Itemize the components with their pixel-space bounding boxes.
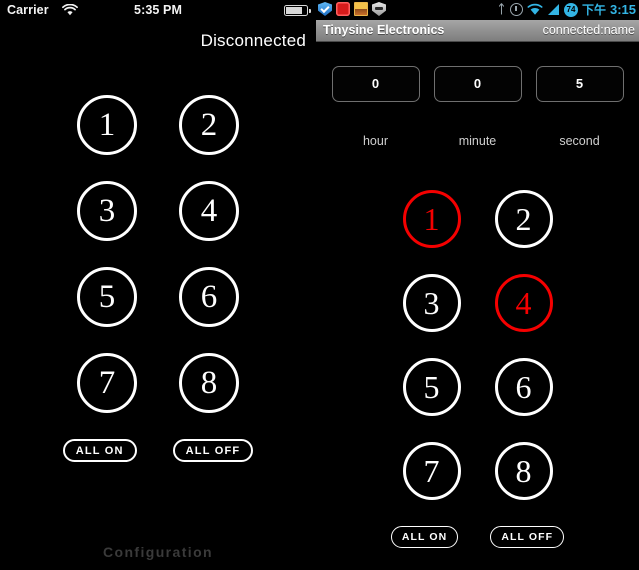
ios-status-bar: Carrier 5:35 PM bbox=[0, 0, 316, 20]
relay-row: 7 8 bbox=[0, 353, 316, 413]
android-connection-status: connected:name bbox=[542, 23, 635, 37]
hour-input[interactable]: 0 bbox=[331, 66, 420, 102]
relay-button-1[interactable]: 1 bbox=[77, 95, 137, 155]
relay-button-3[interactable]: 3 bbox=[402, 274, 461, 332]
shield-grey-icon bbox=[372, 2, 386, 16]
ios-connection-status: Disconnected bbox=[200, 31, 306, 50]
android-clock: 3:15 bbox=[609, 2, 636, 17]
relay-button-7[interactable]: 7 bbox=[77, 353, 137, 413]
all-on-button[interactable]: ALL ON bbox=[62, 439, 137, 462]
bluetooth-icon: ᛏ bbox=[497, 1, 506, 16]
relay-row: 7 8 bbox=[316, 442, 639, 500]
android-bulk-controls: ALL ON ALL OFF bbox=[316, 526, 639, 548]
battery-icon bbox=[284, 5, 311, 16]
relay-button-2[interactable]: 2 bbox=[494, 190, 553, 248]
android-notification-icons bbox=[318, 2, 386, 16]
timer-labels: hour minute second bbox=[316, 134, 639, 148]
android-system-icons: ᛏ 74 下午 3:15 bbox=[497, 1, 636, 18]
relay-button-5[interactable]: 5 bbox=[402, 358, 461, 416]
battery-fill bbox=[286, 7, 302, 14]
android-app-panel: ᛏ 74 下午 3:15 Tinysine Electronics connec… bbox=[316, 0, 639, 570]
all-on-button[interactable]: ALL ON bbox=[390, 526, 459, 548]
relay-button-8[interactable]: 8 bbox=[494, 442, 553, 500]
ios-relay-grid: 1 2 3 4 5 6 7 8 ALL ON ALL OFF bbox=[0, 95, 316, 462]
ios-bulk-controls: ALL ON ALL OFF bbox=[0, 439, 316, 462]
relay-button-6[interactable]: 6 bbox=[494, 358, 553, 416]
relay-button-6[interactable]: 6 bbox=[179, 267, 239, 327]
relay-row: 1 2 bbox=[0, 95, 316, 155]
ios-app-panel: Carrier 5:35 PM Disconnected 1 2 3 4 5 6… bbox=[0, 0, 316, 570]
android-title-bar: Tinysine Electronics connected:name bbox=[316, 20, 639, 42]
second-input[interactable]: 5 bbox=[535, 66, 624, 102]
minute-label: minute bbox=[458, 134, 497, 148]
relay-row: 5 6 bbox=[316, 358, 639, 416]
relay-button-4[interactable]: 4 bbox=[179, 181, 239, 241]
relay-row: 3 4 bbox=[0, 181, 316, 241]
am-pm-label: 下午 bbox=[581, 3, 606, 17]
relay-row: 5 6 bbox=[0, 267, 316, 327]
relay-button-3[interactable]: 3 bbox=[77, 181, 137, 241]
cellular-signal-icon bbox=[547, 3, 560, 16]
shield-blue-icon bbox=[318, 2, 332, 16]
relay-button-8[interactable]: 8 bbox=[179, 353, 239, 413]
app-title: Tinysine Electronics bbox=[323, 23, 445, 37]
relay-row: 3 4 bbox=[316, 274, 639, 332]
configuration-link[interactable]: Configuration bbox=[0, 544, 316, 560]
all-off-button[interactable]: ALL OFF bbox=[490, 526, 565, 548]
relay-button-1[interactable]: 1 bbox=[402, 190, 461, 248]
wifi-icon bbox=[527, 3, 543, 16]
relay-button-2[interactable]: 2 bbox=[179, 95, 239, 155]
hour-label: hour bbox=[362, 134, 389, 148]
ios-clock: 5:35 PM bbox=[134, 3, 182, 17]
relay-button-7[interactable]: 7 bbox=[402, 442, 461, 500]
all-off-button[interactable]: ALL OFF bbox=[172, 439, 254, 462]
second-label: second bbox=[559, 134, 600, 148]
android-relay-grid: 1 2 3 4 5 6 7 8 ALL ON ALL OFF bbox=[316, 190, 639, 548]
battery-icon: 74 bbox=[563, 2, 578, 17]
alarm-clock-icon bbox=[509, 3, 523, 16]
timer-inputs: 0 0 5 bbox=[316, 66, 639, 102]
dual-screenshot-composite: Carrier 5:35 PM Disconnected 1 2 3 4 5 6… bbox=[0, 0, 639, 570]
relay-row: 1 2 bbox=[316, 190, 639, 248]
android-status-bar: ᛏ 74 下午 3:15 bbox=[316, 0, 639, 20]
picture-icon bbox=[354, 2, 368, 16]
relay-button-5[interactable]: 5 bbox=[77, 267, 137, 327]
relay-button-4[interactable]: 4 bbox=[494, 274, 553, 332]
red-box-icon bbox=[336, 2, 350, 16]
minute-input[interactable]: 0 bbox=[433, 66, 522, 102]
